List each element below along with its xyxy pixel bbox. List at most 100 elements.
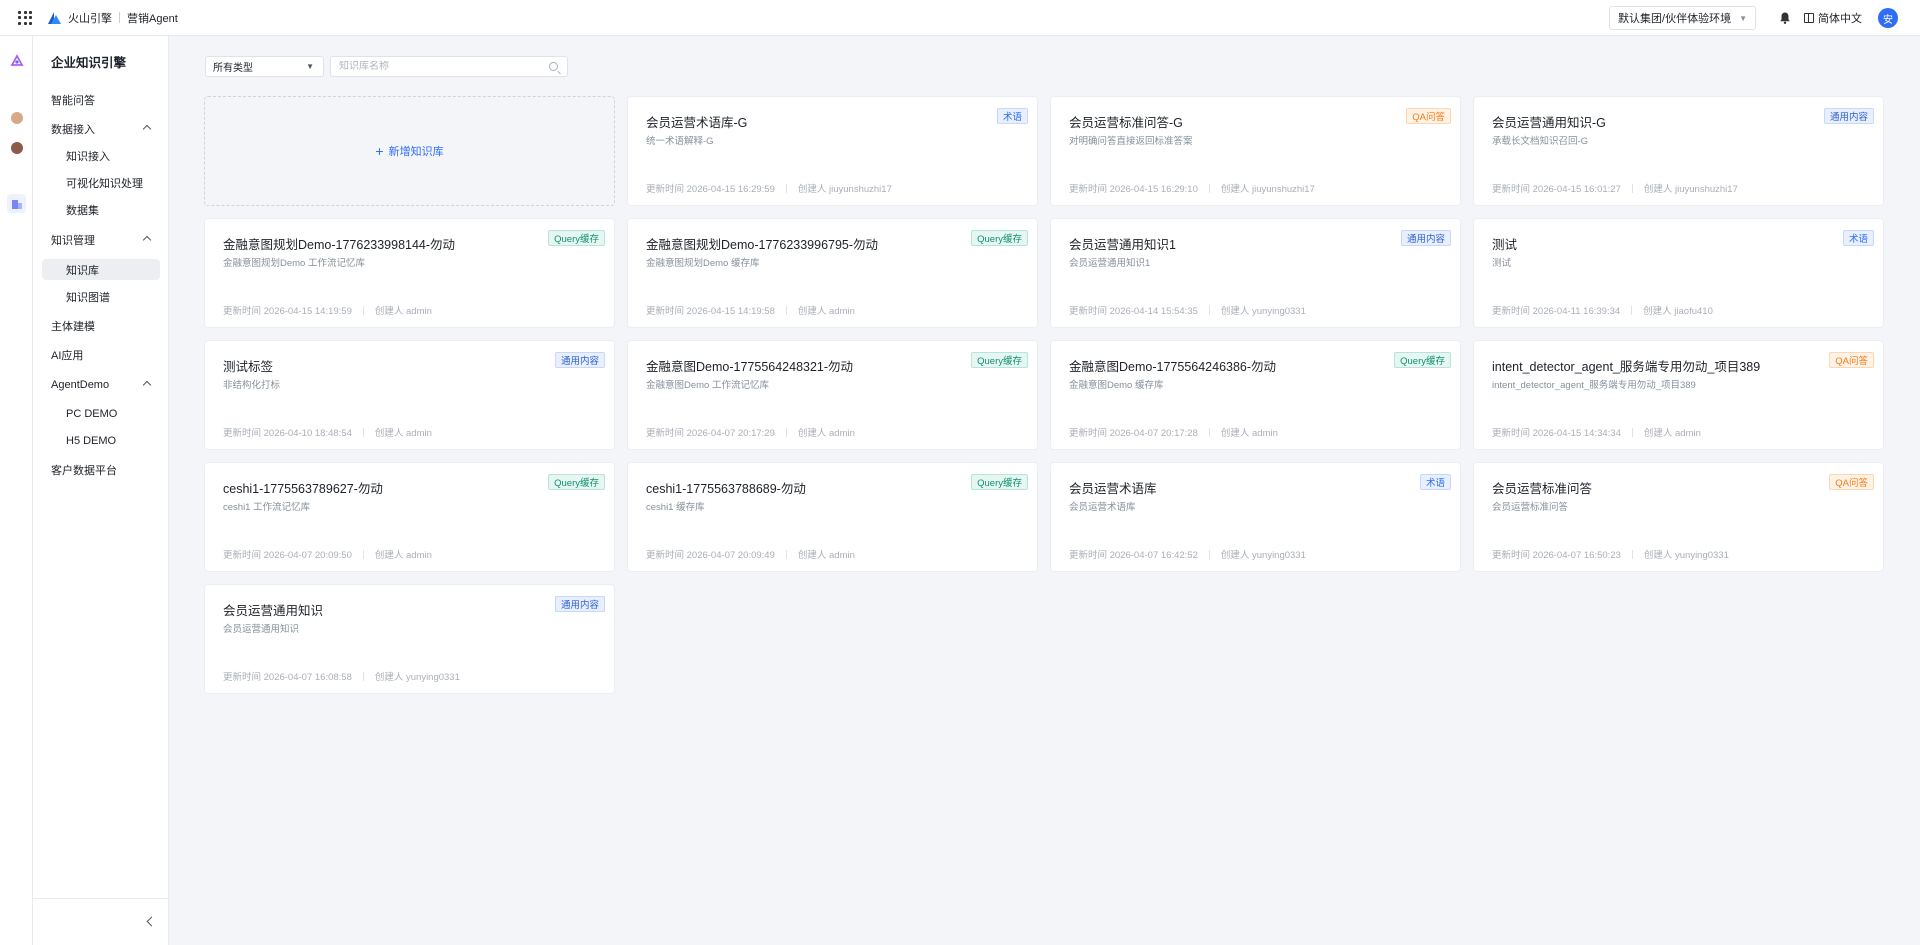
type-filter-value: 所有类型: [213, 63, 253, 74]
card-title: 会员运营通用知识-G: [1492, 116, 1606, 130]
volcano-logo-icon: [48, 11, 61, 24]
card-description: 金融意图Demo 缓存库: [1069, 380, 1164, 391]
rail-knowledge-engine[interactable]: [7, 194, 26, 213]
sidebar-item-label: 知识库: [66, 264, 99, 277]
environment-select[interactable]: 默认集团/伙伴体验环境 ▼: [1609, 6, 1756, 30]
sidebar-item-data-access[interactable]: 数据接入: [42, 118, 160, 139]
building-icon: [11, 199, 22, 209]
rail-agent-2[interactable]: [7, 138, 26, 157]
sidebar-item-visual-processing[interactable]: 可视化知识处理: [42, 172, 160, 193]
knowledge-base-card[interactable]: 会员运营通用知识 会员运营通用知识 更新时间 2026-04-07 16:08:58…: [204, 584, 615, 694]
language-switch[interactable]: 简体中文: [1804, 10, 1862, 26]
knowledge-base-card[interactable]: ceshi1-1775563789627-勿动 ceshi1 工作流记忆库 更新时间…: [204, 462, 615, 572]
card-description: 非结构化打标: [223, 380, 281, 391]
add-knowledge-base-label: 新增知识库: [388, 146, 444, 158]
sidebar-item-label: 数据接入: [51, 123, 95, 136]
knowledge-base-card[interactable]: 会员运营通用知识-G 承载长文档知识召回-G 更新时间 2026-04-15 16:…: [1473, 96, 1884, 206]
card-creator: 创建人 jiuyunshuzhi17: [1643, 184, 1738, 195]
knowledge-base-card[interactable]: 金融意图规划Demo-1776233998144-勿动 金融意图规划Demo 工作…: [204, 218, 615, 328]
sidebar-item-pc-demo[interactable]: PC DEMO: [42, 403, 160, 424]
card-title: 金融意图规划Demo-1776233998144-勿动: [223, 238, 456, 252]
bell-icon[interactable]: [1778, 11, 1792, 25]
plus-icon: +: [375, 143, 384, 159]
knowledge-base-card[interactable]: 金融意图Demo-1775564246386-勿动 金融意图Demo 缓存库 更新时…: [1050, 340, 1461, 450]
language-icon: [1804, 13, 1814, 23]
sidebar-title: 企业知识引擎: [51, 56, 127, 70]
card-meta: 更新时间 2026-04-10 18:48:54 创建人 admin: [223, 425, 432, 439]
app-grid-icon[interactable]: [18, 10, 32, 25]
type-filter-select[interactable]: 所有类型 ▼: [205, 56, 324, 77]
knowledge-base-card[interactable]: 会员运营术语库 会员运营术语库 更新时间 2026-04-07 16:42:52 创建…: [1050, 462, 1461, 572]
card-updated-time: 更新时间 2026-04-07 20:09:49: [646, 550, 775, 561]
knowledge-base-card[interactable]: 测试标签 非结构化打标 更新时间 2026-04-10 18:48:54 创建人 ad…: [204, 340, 615, 450]
add-knowledge-base-card[interactable]: + 新增知识库: [204, 96, 615, 206]
card-updated-time: 更新时间 2026-04-11 16:39:34: [1492, 306, 1621, 317]
chevron-down-icon: ▼: [1739, 13, 1747, 23]
meta-divider: [362, 671, 364, 681]
card-type-tag: Query缓存: [971, 474, 1028, 490]
card-title: 金融意图Demo-1775564248321-勿动: [646, 360, 854, 374]
sidebar-footer: [33, 898, 169, 945]
knowledge-base-card[interactable]: 金融意图Demo-1775564248321-勿动 金融意图Demo 工作流记忆库…: [627, 340, 1038, 450]
card-updated-time: 更新时间 2026-04-10 18:48:54: [223, 428, 352, 439]
knowledge-base-card[interactable]: ceshi1-1775563788689-勿动 ceshi1 缓存库 更新时间 20…: [627, 462, 1038, 572]
rail-app-home[interactable]: [7, 50, 26, 69]
knowledge-base-card[interactable]: intent_detector_agent_服务端专用勿动_项目389 inten…: [1473, 340, 1884, 450]
sidebar-item-knowledge-access[interactable]: 知识接入: [42, 145, 160, 166]
card-creator: 创建人 admin: [1220, 428, 1278, 439]
knowledge-base-card[interactable]: 金融意图规划Demo-1776233996795-勿动 金融意图规划Demo 缓存…: [627, 218, 1038, 328]
knowledge-base-card[interactable]: 测试 测试 更新时间 2026-04-11 16:39:34 创建人 jiaofu41…: [1473, 218, 1884, 328]
meta-divider: [1631, 549, 1633, 559]
card-description: 测试: [1492, 258, 1512, 269]
sidebar-item-h5-demo[interactable]: H5 DEMO: [42, 430, 160, 451]
chevron-down-icon: ▼: [306, 62, 314, 71]
user-avatar[interactable]: 安: [1878, 8, 1898, 28]
knowledge-base-card[interactable]: 会员运营术语库-G 统一术语解释-G 更新时间 2026-04-15 16:29:5…: [627, 96, 1038, 206]
knowledge-base-card[interactable]: 会员运营标准问答-G 对明确问答直接返回标准答案 更新时间 2026-04-15 1…: [1050, 96, 1461, 206]
card-meta: 更新时间 2026-04-15 14:19:58 创建人 admin: [646, 303, 855, 317]
chevron-up-icon: [142, 124, 152, 134]
card-creator: 创建人 yunying0331: [1220, 550, 1306, 561]
card-type-tag: QA问答: [1829, 352, 1874, 368]
card-title: 测试: [1492, 238, 1518, 252]
sidebar-item-label: PC DEMO: [66, 407, 118, 420]
card-description: ceshi1 工作流记忆库: [223, 502, 311, 513]
sidebar-item-knowledge-management[interactable]: 知识管理: [42, 229, 160, 250]
card-title: 会员运营通用知识1: [1069, 238, 1176, 252]
chevron-up-icon: [142, 235, 152, 245]
sidebar-item-dataset[interactable]: 数据集: [42, 199, 160, 220]
card-type-tag: QA问答: [1829, 474, 1874, 490]
chevron-up-icon: [142, 380, 152, 390]
knowledge-base-search-input[interactable]: [339, 61, 539, 72]
sidebar-item-label: 知识接入: [66, 150, 110, 163]
sidebar-item-knowledge-base[interactable]: 知识库: [42, 259, 160, 280]
meta-divider: [1208, 183, 1210, 193]
knowledge-base-card[interactable]: 会员运营通用知识1 会员运营通用知识1 更新时间 2026-04-14 15:54:…: [1050, 218, 1461, 328]
sidebar-item-ai-apps[interactable]: AI应用: [42, 344, 160, 365]
meta-divider: [1631, 183, 1633, 193]
sidebar-item-smart-qa[interactable]: 智能问答: [42, 89, 160, 110]
card-updated-time: 更新时间 2026-04-07 20:17:28: [1069, 428, 1198, 439]
sidebar-item-entity-modeling[interactable]: 主体建模: [42, 315, 160, 336]
card-creator: 创建人 admin: [374, 306, 432, 317]
card-type-tag: 术语: [1842, 230, 1874, 246]
knowledge-base-card[interactable]: 会员运营标准问答 会员运营标准问答 更新时间 2026-04-07 16:50:23…: [1473, 462, 1884, 572]
card-type-tag: 通用内容: [1823, 108, 1874, 124]
meta-divider: [1208, 549, 1210, 559]
card-meta: 更新时间 2026-04-15 16:29:59 创建人 jiuyunshuzhi…: [646, 181, 892, 195]
rail-agent-1[interactable]: [7, 108, 26, 127]
card-type-tag: 通用内容: [554, 352, 605, 368]
meta-divider: [1631, 305, 1633, 315]
sidebar-item-knowledge-graph[interactable]: 知识图谱: [42, 286, 160, 307]
sidebar-item-cdp[interactable]: 客户数据平台: [42, 459, 160, 480]
collapse-sidebar-icon[interactable]: [146, 916, 157, 927]
card-creator: 创建人 jiuyunshuzhi17: [1220, 184, 1315, 195]
card-creator: 创建人 admin: [797, 428, 855, 439]
meta-divider: [1208, 427, 1210, 437]
meta-divider: [785, 427, 787, 437]
search-icon[interactable]: [549, 62, 558, 71]
card-meta: 更新时间 2026-04-07 20:17:29 创建人 admin: [646, 425, 855, 439]
card-updated-time: 更新时间 2026-04-07 16:42:52: [1069, 550, 1198, 561]
card-description: 金融意图Demo 工作流记忆库: [646, 380, 769, 391]
sidebar-item-agent-demo[interactable]: AgentDemo: [42, 374, 160, 395]
